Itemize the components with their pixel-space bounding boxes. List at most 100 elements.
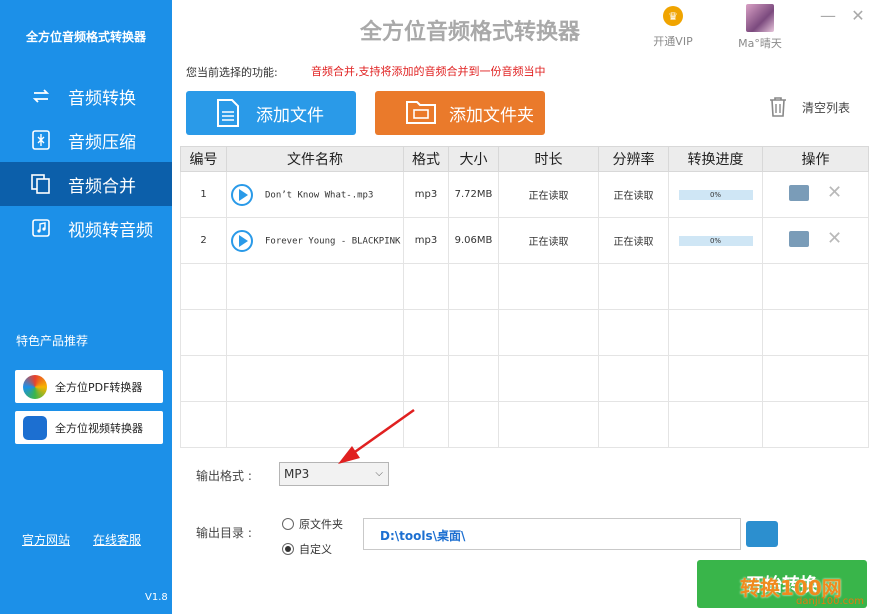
row-duration: 正在读取 [498,217,599,264]
sidebar-item-audio-merge[interactable]: 音频合并 [0,162,172,206]
row-filename-cell: Forever Young - BLACKPINK [226,217,404,264]
row-number: 2 [180,217,227,264]
sidebar-item-label: 视频转音频 [68,220,153,241]
watermark-url: danji100.com [796,596,864,607]
pdf-converter-icon [23,374,47,399]
output-format-label: 输出格式 : [196,469,252,483]
row-actions: ✕ [762,171,869,218]
delete-icon[interactable]: ✕ [827,184,842,202]
col-header-filename: 文件名称 [226,146,404,172]
radio-icon [282,518,294,530]
row-actions: ✕ [762,217,869,264]
sidebar-item-label: 音频压缩 [68,132,136,153]
file-table: 编号 文件名称 格式 大小 时长 分辨率 转换进度 操作 1 Don’t Kno… [180,146,869,448]
sidebar-item-label: 音频合并 [68,176,136,197]
open-folder-icon[interactable] [788,231,809,247]
row-progress-cell: 0% [668,171,763,218]
avatar [746,4,774,32]
col-header-number: 编号 [180,146,227,172]
table-row: 1 Don’t Know What-.mp3 mp3 7.72MB 正在读取 正… [180,171,869,218]
folder-icon [405,98,437,128]
delete-icon[interactable]: ✕ [827,230,842,248]
sidebar-app-title: 全方位音频格式转换器 [25,30,146,44]
col-header-size: 大小 [448,146,499,172]
radio-custom-folder[interactable]: 自定义 [282,541,332,557]
music-note-icon [30,217,52,239]
sidebar-item-audio-convert[interactable]: 音频转换 [0,74,172,118]
video-converter-icon [23,415,47,440]
recommend-label: 全方位PDF转换器 [55,380,143,394]
recommend-title: 特色产品推荐 [16,334,89,348]
table-row-empty [180,355,869,402]
sidebar-item-video-to-audio[interactable]: 视频转音频 [0,206,172,250]
window-title: 全方位音频格式转换器 [359,20,580,45]
vip-button[interactable]: ♛ 开通VIP [645,6,701,49]
radio-selected-icon [282,543,294,555]
open-folder-icon[interactable] [788,185,809,201]
col-header-resolution: 分辨率 [598,146,669,172]
clear-list-label: 清空列表 [802,100,851,115]
col-header-duration: 时长 [498,146,599,172]
radio-original-folder[interactable]: 原文件夹 [282,516,343,532]
trash-icon [770,97,786,117]
row-format: mp3 [403,217,449,264]
add-folder-label: 添加文件夹 [449,105,534,126]
sidebar: 全方位音频格式转换器 音频转换 音频压缩 音频合并 视频转音频 特色产品推荐 全… [0,0,172,614]
progress-bar: 0% [678,189,753,200]
row-progress-cell: 0% [668,217,763,264]
sidebar-nav: 音频转换 音频压缩 音频合并 视频转音频 [0,74,172,250]
vip-label: 开通VIP [653,35,693,48]
table-row-empty [180,401,869,448]
close-icon[interactable]: ✕ [848,6,868,26]
recommend-label: 全方位视频转换器 [55,421,143,435]
play-icon[interactable] [231,229,253,252]
merge-icon [30,173,52,195]
add-folder-button[interactable]: 添加文件夹 [375,91,545,135]
play-icon[interactable] [231,183,253,206]
browse-folder-icon[interactable] [746,521,778,547]
table-header-row: 编号 文件名称 格式 大小 时长 分辨率 转换进度 操作 [180,146,869,172]
table-row: 2 Forever Young - BLACKPINK mp3 9.06MB 正… [180,217,869,264]
radio-custom-label: 自定义 [299,543,332,556]
output-dir-label: 输出目录 : [196,526,252,540]
sidebar-item-audio-compress[interactable]: 音频压缩 [0,118,172,162]
feature-description: 音频合并,支持将添加的音频合并到一份音频当中 [311,65,546,78]
row-filename-cell: Don’t Know What-.mp3 [226,171,404,218]
online-support-link[interactable]: 在线客服 [93,531,141,548]
row-filename: Don’t Know What-.mp3 [265,190,374,200]
crown-icon: ♛ [663,6,683,26]
table-row-empty [180,309,869,356]
row-number: 1 [180,171,227,218]
chevron-down-icon: ⌵ [375,468,383,479]
feature-label: 您当前选择的功能: [186,66,278,79]
compress-icon [30,129,52,151]
col-header-progress: 转换进度 [668,146,763,172]
sidebar-item-label: 音频转换 [68,88,136,109]
radio-original-label: 原文件夹 [299,518,343,531]
add-file-button[interactable]: 添加文件 [186,91,356,135]
row-duration: 正在读取 [498,171,599,218]
row-size: 9.06MB [448,217,499,264]
clear-list-button[interactable]: 清空列表 [768,96,850,118]
convert-icon [30,85,52,107]
version-label: V1.8 [145,592,168,603]
row-filename: Forever Young - BLACKPINK [265,236,401,246]
recommend-pdf-converter[interactable]: 全方位PDF转换器 [15,370,163,403]
row-size: 7.72MB [448,171,499,218]
user-profile[interactable]: Ma°晴天 [732,4,788,51]
minimize-icon[interactable]: — [818,6,838,26]
row-resolution: 正在读取 [598,171,669,218]
col-header-actions: 操作 [762,146,869,172]
username: Ma°晴天 [738,37,782,50]
output-path-field[interactable]: D:\tools\桌面\ [363,518,741,550]
file-icon [216,98,244,128]
progress-bar: 0% [678,235,753,246]
output-format-select[interactable]: MP3 ⌵ [279,462,389,486]
table-row-empty [180,263,869,310]
official-website-link[interactable]: 官方网站 [22,531,70,548]
row-resolution: 正在读取 [598,217,669,264]
add-file-label: 添加文件 [256,105,324,126]
col-header-format: 格式 [403,146,449,172]
output-format-value: MP3 [284,467,310,481]
recommend-video-converter[interactable]: 全方位视频转换器 [15,411,163,444]
